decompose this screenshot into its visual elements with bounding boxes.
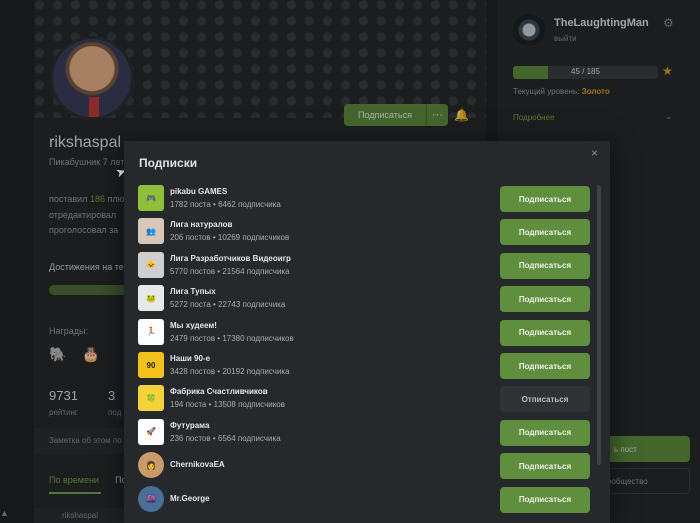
subscription-row: 🐱 Лига Разработчиков Видеоигр 5770 постов … [138, 251, 596, 282]
subscribe-button[interactable]: Подписаться [500, 219, 590, 246]
unsubscribe-button[interactable]: Отписаться [500, 386, 590, 413]
subscribe-button[interactable]: Подписаться [500, 353, 590, 379]
modal-title: Подписки [139, 156, 198, 170]
community-stats: 236 постов • 6564 подписчика [170, 433, 281, 443]
subscription-row: 🍀 Фабрика Счастливчиков 194 поста • 13508 … [138, 385, 596, 415]
community-avatar[interactable]: 🏃 [138, 318, 164, 345]
community-name[interactable]: Футурама [170, 421, 209, 430]
community-avatar[interactable]: 🐸 [138, 285, 164, 312]
subscribe-button[interactable]: Подписаться [500, 419, 590, 446]
subscription-row: 👩 ChernikovaEA Подписаться [138, 452, 596, 482]
subscribe-button[interactable]: Подписаться [500, 286, 590, 313]
subscription-row: 🐸 Лига Тупых 5272 поста • 22743 подписчика… [138, 285, 596, 315]
community-stats: 3428 постов • 20192 подписчика [170, 367, 290, 376]
subscription-row: 🎮 pikabu GAMES 1782 поста • 6462 подписчик… [138, 185, 596, 215]
subscription-row: 👥 Лига натуралов 206 постов • 10269 подпис… [138, 218, 596, 248]
community-name[interactable]: Мы худеем! [170, 321, 217, 330]
subscribe-button[interactable]: Подписаться [500, 252, 590, 279]
community-stats: 194 поста • 13508 подписчиков [170, 400, 285, 410]
close-icon[interactable]: × [591, 146, 598, 160]
community-name[interactable]: Mr.George [170, 494, 210, 503]
subscription-row: 🚀 Футурама 236 постов • 6564 подписчика Под… [138, 418, 596, 449]
community-stats: 5272 поста • 22743 подписчика [170, 300, 286, 310]
subscription-row: 🏃 Мы худеем! 2479 постов • 17380 подписчик… [138, 318, 596, 349]
community-stats: 1782 поста • 6462 подписчика [170, 200, 281, 209]
community-avatar[interactable]: 🐱 [138, 251, 164, 278]
community-name[interactable]: Лига натуралов [170, 220, 232, 229]
community-name[interactable]: pikabu GAMES [170, 187, 227, 196]
community-stats: 5770 постов • 21564 подписчика [170, 266, 290, 276]
community-name[interactable]: ChernikovaEA [170, 460, 225, 469]
subscribe-button[interactable]: Подписаться [500, 453, 590, 480]
community-avatar[interactable]: 🚀 [138, 418, 164, 445]
community-avatar[interactable]: 🍀 [138, 385, 164, 412]
subscribe-button[interactable]: Подписаться [500, 186, 590, 212]
subscribe-button[interactable]: Подписаться [500, 486, 590, 513]
community-avatar[interactable]: 👥 [138, 218, 164, 245]
subscribe-button[interactable]: Подписаться [500, 319, 590, 346]
community-avatar[interactable]: 90 [138, 352, 164, 378]
subscriptions-modal: Подписки × 🎮 pikabu GAMES 1782 поста • 646… [124, 141, 610, 523]
community-avatar[interactable]: 🎮 [138, 185, 164, 211]
community-stats: 206 постов • 10269 подписчиков [170, 233, 290, 243]
community-stats: 2479 постов • 17380 подписчиков [170, 333, 294, 343]
community-name[interactable]: Лига Разработчиков Видеоигр [170, 254, 291, 263]
community-name[interactable]: Фабрика Счастливчиков [170, 387, 268, 396]
community-avatar[interactable]: 🌆 [138, 485, 164, 512]
community-name[interactable]: Лига Тупых [170, 287, 216, 296]
subscription-row: 🌆 Mr.George Подписаться [138, 485, 596, 516]
scrollbar[interactable] [597, 185, 601, 465]
community-name[interactable]: Наши 90-е [170, 354, 210, 363]
subscription-row: 90 Наши 90-е 3428 постов • 20192 подписчик… [138, 352, 596, 382]
community-avatar[interactable]: 👩 [138, 452, 164, 479]
